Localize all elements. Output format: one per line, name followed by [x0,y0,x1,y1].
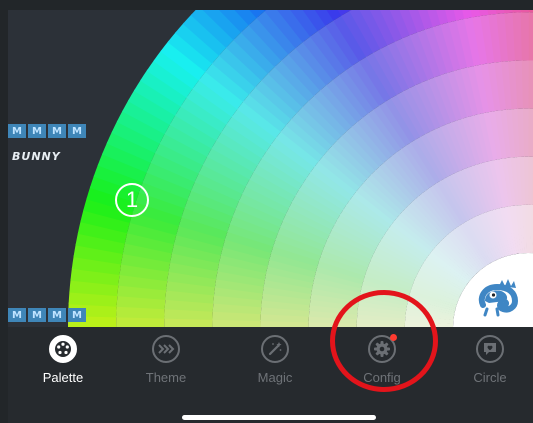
tab-label: Palette [42,370,84,385]
tab-label: Config [363,370,401,385]
sticker: M [8,124,26,138]
tab-theme[interactable]: Theme [121,335,211,385]
tab-label: Circle [473,370,507,385]
sticker: M [48,124,66,138]
sticker: M [68,124,86,138]
color-swatch[interactable] [528,12,533,61]
chameleon-mascot-icon[interactable] [475,275,527,319]
bottom-tab-bar: Palette Theme Magic Config Circle [8,327,533,423]
color-swatch[interactable] [528,10,533,13]
sticker: M [48,308,66,322]
tab-label: Theme [145,370,187,385]
color-fan [68,10,533,327]
sticker: M [8,308,26,322]
home-indicator[interactable] [182,415,376,420]
tab-palette[interactable]: Palette [18,335,108,385]
magic-wand-icon [261,335,289,363]
color-swatch[interactable] [528,60,533,109]
step-badge: 1 [115,183,149,217]
app-screen: M M M M BUNNY M M M M 1 Palette Theme Ma… [0,0,533,423]
bunny-label: BUNNY [12,150,61,163]
color-swatch[interactable] [520,10,531,13]
gear-icon [368,334,397,363]
tab-magic[interactable]: Magic [230,335,320,385]
color-swatch[interactable] [521,60,530,109]
tab-config[interactable]: Config [337,334,427,385]
sticker-strip-top: M M M M [8,124,86,138]
notification-dot [390,334,397,341]
chat-heart-icon [476,335,504,363]
palette-icon [49,335,77,363]
color-swatch[interactable] [520,12,531,61]
sticker: M [28,308,46,322]
color-wheel-canvas[interactable]: M M M M BUNNY M M M M 1 [8,10,533,327]
tab-circle[interactable]: Circle [445,335,533,385]
tab-label: Magic [257,370,293,385]
sticker: M [68,308,86,322]
sticker: M [28,124,46,138]
sticker-strip-bottom: M M M M [8,308,86,322]
chevrons-right-icon [152,335,180,363]
color-swatch[interactable] [528,108,533,157]
